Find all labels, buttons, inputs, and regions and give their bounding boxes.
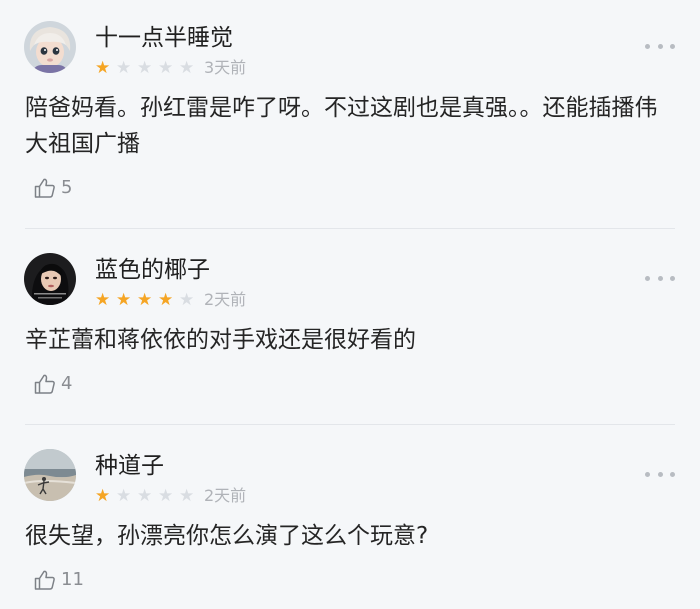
star-filled-icon: ★ — [158, 290, 174, 310]
star-empty-icon: ★ — [158, 58, 174, 78]
star-empty-icon: ★ — [137, 486, 153, 506]
review-content: 很失望，孙漂亮你怎么演了这么个玩意? — [25, 523, 429, 549]
star-filled-icon: ★ — [95, 290, 111, 310]
user-avatar[interactable] — [24, 21, 76, 73]
review-content: 辛芷蕾和蒋依依的对手戏还是很好看的 — [25, 327, 416, 353]
star-filled-icon: ★ — [116, 290, 132, 310]
more-options-icon[interactable] — [645, 36, 675, 56]
thumbs-up-icon — [34, 374, 55, 394]
like-button[interactable]: 4 — [33, 371, 72, 397]
star-filled-icon: ★ — [95, 58, 111, 78]
star-empty-icon: ★ — [179, 58, 195, 78]
star-empty-icon: ★ — [116, 58, 132, 78]
review-time: 2天前 — [204, 290, 247, 309]
thumbs-up-icon — [34, 570, 55, 590]
divider — [25, 228, 675, 229]
review-time: 2天前 — [204, 486, 247, 505]
username[interactable]: 十一点半睡觉 — [95, 24, 233, 52]
rating-row: ★ ★ ★ ★ ★ 2天前 — [95, 290, 246, 310]
star-filled-icon: ★ — [95, 486, 111, 506]
star-rating: ★ ★ ★ ★ ★ — [95, 290, 200, 310]
like-button[interactable]: 5 — [33, 175, 72, 201]
doll-avatar-icon — [24, 21, 76, 73]
user-avatar[interactable] — [24, 253, 76, 305]
rating-row: ★ ★ ★ ★ ★ 2天前 — [95, 486, 246, 506]
more-options-icon[interactable] — [645, 268, 675, 288]
rating-row: ★ ★ ★ ★ ★ 3天前 — [95, 58, 246, 78]
star-filled-icon: ★ — [137, 290, 153, 310]
star-empty-icon: ★ — [179, 486, 195, 506]
username[interactable]: 蓝色的椰子 — [95, 256, 210, 284]
more-options-icon[interactable] — [645, 464, 675, 484]
star-rating: ★ ★ ★ ★ ★ — [95, 486, 200, 506]
like-count: 11 — [61, 569, 84, 590]
star-rating: ★ ★ ★ ★ ★ — [95, 58, 200, 78]
like-count: 4 — [61, 373, 73, 394]
review-time: 3天前 — [204, 58, 247, 77]
like-count: 5 — [61, 177, 73, 198]
beach-avatar-icon — [24, 449, 76, 501]
review-content: 陪爸妈看。孙红雷是咋了呀。不过这剧也是真强。。还能插播伟大祖国广播 — [25, 95, 658, 157]
thumbs-up-icon — [34, 178, 55, 198]
star-empty-icon: ★ — [116, 486, 132, 506]
user-avatar[interactable] — [24, 449, 76, 501]
star-empty-icon: ★ — [137, 58, 153, 78]
like-button[interactable]: 11 — [33, 567, 84, 593]
star-empty-icon: ★ — [158, 486, 174, 506]
portrait-avatar-icon — [24, 253, 76, 305]
divider — [25, 424, 675, 425]
star-empty-icon: ★ — [179, 290, 195, 310]
username[interactable]: 种道子 — [95, 452, 164, 480]
